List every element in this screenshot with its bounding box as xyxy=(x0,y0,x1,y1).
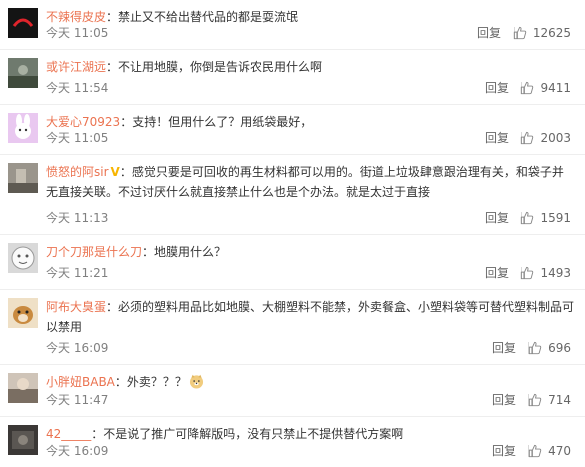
username-link[interactable]: 或许江湖远 xyxy=(46,60,106,74)
comment-content: 42_____：不是说了推广可降解版吗，没有只禁止不提供替代方案啊 xyxy=(46,424,575,444)
like-count: 2003 xyxy=(540,131,571,145)
avatar[interactable] xyxy=(8,243,38,273)
avatar[interactable] xyxy=(8,8,38,38)
thumbs-up-icon xyxy=(528,444,542,458)
thumbs-up-icon xyxy=(521,81,534,95)
doge-emoji xyxy=(189,374,203,389)
avatar[interactable] xyxy=(8,298,38,328)
comment-content: 小胖妞BABA：外卖？？？ xyxy=(46,372,575,392)
comment-item: 小胖妞BABA：外卖？？？ 今天 11:47 回复 714 xyxy=(0,365,585,417)
like-count: 696 xyxy=(548,341,571,355)
username-link[interactable]: 愤怒的阿sir xyxy=(46,165,109,179)
comment-text: ：禁止又不给出替代品的都是耍流氓 xyxy=(106,10,299,24)
comment-item: 阿布大臭蛋：必须的塑料用品比如地膜、大棚塑料不能禁，外卖餐盒、小塑料袋等可替代塑… xyxy=(0,290,585,365)
comment-content: 或许江湖远：不让用地膜，你倒是告诉农民用什么啊 xyxy=(46,57,575,77)
username-link[interactable]: 阿布大臭蛋 xyxy=(46,300,106,314)
timestamp: 今天 11:05 xyxy=(46,26,109,40)
comment-item: 或许江湖远：不让用地膜，你倒是告诉农民用什么啊 今天 11:54 回复 9411 xyxy=(0,50,585,105)
comment-content: 刀个刀那是什么刀：地膜用什么？ xyxy=(46,242,575,262)
comment-item: 大爱心70923：支持！但用什么了？用纸袋最好， 今天 11:05 回复 200… xyxy=(0,105,585,155)
comment-item: 刀个刀那是什么刀：地膜用什么？ 今天 11:21 回复 1493 xyxy=(0,235,585,290)
username-link[interactable]: 小胖妞BABA xyxy=(46,375,115,389)
comment-meta: 今天 11:21 回复 1493 xyxy=(46,264,571,282)
username-link[interactable]: 不辣得皮皮 xyxy=(46,10,106,24)
thumbs-up-icon xyxy=(528,341,542,355)
reply-button[interactable]: 回复 xyxy=(492,391,516,409)
avatar[interactable] xyxy=(8,58,38,88)
reply-button[interactable]: 回复 xyxy=(492,442,516,460)
like-count: 1493 xyxy=(540,266,571,280)
avatar[interactable] xyxy=(8,113,38,143)
like-count: 714 xyxy=(548,393,571,407)
avatar[interactable] xyxy=(8,425,38,455)
like-button[interactable]: 12625 xyxy=(513,24,571,42)
like-button[interactable]: 1591 xyxy=(520,209,571,227)
like-button[interactable]: 2003 xyxy=(520,129,571,147)
timestamp: 今天 16:09 xyxy=(46,341,109,355)
username-link[interactable]: 刀个刀那是什么刀 xyxy=(46,245,142,259)
avatar[interactable] xyxy=(8,373,38,403)
reply-button[interactable]: 回复 xyxy=(492,339,516,357)
like-count: 470 xyxy=(548,444,571,458)
thumbs-up-icon xyxy=(513,26,527,40)
timestamp: 今天 11:05 xyxy=(46,131,109,145)
comment-text: ：支持！但用什么了？用纸袋最好， xyxy=(120,115,313,129)
thumbs-up-icon xyxy=(521,266,534,280)
comment-text: ：地膜用什么？ xyxy=(142,245,227,259)
verified-v-icon: V xyxy=(110,165,120,179)
timestamp: 今天 11:54 xyxy=(46,81,109,95)
like-button[interactable]: 1493 xyxy=(520,264,571,282)
username-link[interactable]: 42_____ xyxy=(46,427,91,441)
comment-text: ：不是说了推广可降解版吗，没有只禁止不提供替代方案啊 xyxy=(91,427,404,441)
reply-button[interactable]: 回复 xyxy=(485,129,509,147)
comment-item: 42_____：不是说了推广可降解版吗，没有只禁止不提供替代方案啊 今天 16:… xyxy=(0,417,585,467)
reply-button[interactable]: 回复 xyxy=(485,79,509,97)
thumbs-up-icon xyxy=(521,211,534,225)
reply-button[interactable]: 回复 xyxy=(485,264,509,282)
comment-content: 阿布大臭蛋：必须的塑料用品比如地膜、大棚塑料不能禁，外卖餐盒、小塑料袋等可替代塑… xyxy=(46,297,575,337)
like-button[interactable]: 470 xyxy=(528,442,571,460)
comment-item: 愤怒的阿sir V：感觉只要是可回收的再生材料都可以用的。街道上垃圾肆意跟治理有关… xyxy=(0,155,585,235)
comment-meta: 今天 16:09 回复 696 xyxy=(46,339,571,357)
comment-text: ：必须的塑料用品比如地膜、大棚塑料不能禁，外卖餐盒、小塑料袋等可替代塑料制品可以… xyxy=(46,300,575,334)
avatar[interactable] xyxy=(8,163,38,193)
comment-text: ：外卖？？？ xyxy=(114,375,187,389)
reply-button[interactable]: 回复 xyxy=(485,209,509,227)
like-count: 9411 xyxy=(540,81,571,95)
comment-item: 不辣得皮皮：禁止又不给出替代品的都是耍流氓 今天 11:05 回复 12625 xyxy=(0,0,585,50)
comment-meta: 今天 11:54 回复 9411 xyxy=(46,79,571,97)
like-button[interactable]: 9411 xyxy=(520,79,571,97)
like-count: 12625 xyxy=(532,26,571,40)
like-button[interactable]: 696 xyxy=(528,339,571,357)
timestamp: 今天 16:09 xyxy=(46,444,109,458)
reply-button[interactable]: 回复 xyxy=(477,24,501,42)
like-button[interactable]: 714 xyxy=(528,391,571,409)
timestamp: 今天 11:47 xyxy=(46,393,109,407)
username-link[interactable]: 大爱心70923 xyxy=(46,115,120,129)
thumbs-up-icon xyxy=(528,393,542,407)
comment-meta: 今天 16:09 回复 470 xyxy=(46,442,571,460)
comment-meta: 今天 11:47 回复 714 xyxy=(46,391,571,409)
comment-text: ：感觉只要是可回收的再生材料都可以用的。街道上垃圾肆意跟治理有关，和袋子并无直接… xyxy=(46,165,564,199)
timestamp: 今天 11:13 xyxy=(46,211,109,225)
comment-list: 不辣得皮皮：禁止又不给出替代品的都是耍流氓 今天 11:05 回复 12625 … xyxy=(0,0,585,467)
thumbs-up-icon xyxy=(521,131,534,145)
comment-meta: 今天 11:13 回复 1591 xyxy=(46,209,571,227)
comment-content: 愤怒的阿sir V：感觉只要是可回收的再生材料都可以用的。街道上垃圾肆意跟治理有关… xyxy=(46,162,575,202)
comment-meta: 今天 11:05 回复 12625 xyxy=(46,24,571,42)
comment-text: ：不让用地膜，你倒是告诉农民用什么啊 xyxy=(106,60,323,74)
timestamp: 今天 11:21 xyxy=(46,266,109,280)
like-count: 1591 xyxy=(540,211,571,225)
comment-meta: 今天 11:05 回复 2003 xyxy=(46,129,571,147)
